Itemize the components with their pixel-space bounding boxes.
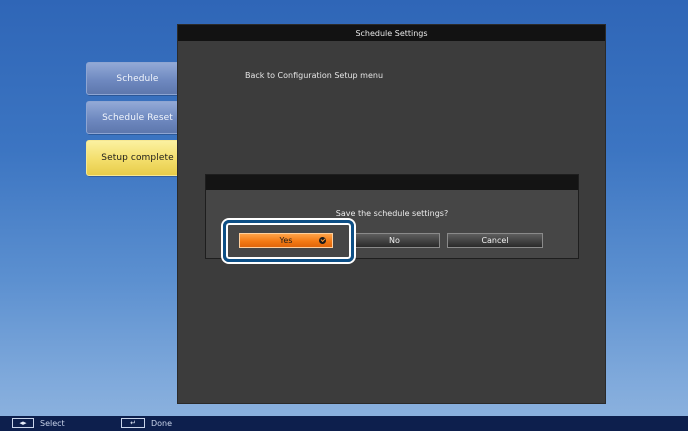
left-right-arrows-icon: ◂▸ (12, 418, 34, 428)
projector-screen: Schedule Schedule Reset Setup complete S… (0, 0, 688, 431)
schedule-reset-button[interactable]: Schedule Reset (86, 101, 189, 134)
schedule-button-label: Schedule (116, 73, 159, 84)
cancel-button-label: Cancel (481, 236, 509, 245)
highlight-callout (223, 220, 354, 262)
schedule-button[interactable]: Schedule (86, 62, 189, 95)
bottom-help-bar: ◂▸ Select ↵ Done (0, 416, 688, 431)
done-hint-label: Done (151, 418, 173, 428)
no-button-label: No (389, 236, 400, 245)
select-hint-label: Select (40, 418, 65, 428)
panel-title: Schedule Settings (178, 25, 605, 41)
enter-key-icon: ↵ (121, 418, 145, 428)
done-hint: ↵ Done (121, 418, 172, 428)
no-button[interactable]: No (349, 233, 440, 248)
select-hint: ◂▸ Select (12, 418, 65, 428)
dialog-message: Save the schedule settings? (335, 209, 449, 218)
cancel-button[interactable]: Cancel (447, 233, 543, 248)
setup-complete-button-label: Setup complete (101, 153, 174, 163)
back-to-config-text: Back to Configuration Setup menu (245, 71, 384, 80)
schedule-reset-button-label: Schedule Reset (102, 112, 173, 123)
setup-complete-button[interactable]: Setup complete (86, 140, 189, 176)
dialog-title-bar (206, 175, 578, 190)
